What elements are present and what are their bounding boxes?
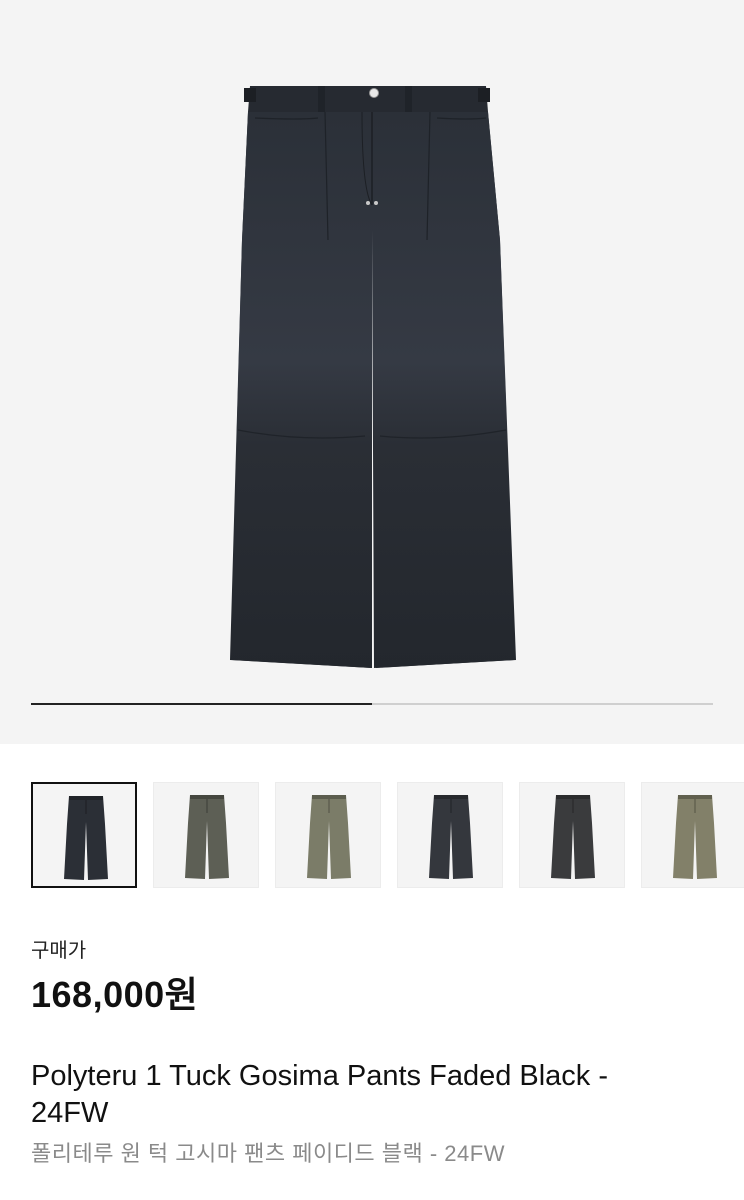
pants-thumbnail-image [64, 796, 108, 880]
pants-thumbnail-image [673, 795, 717, 879]
carousel-progress-track [31, 703, 713, 705]
carousel-progress-fill [31, 703, 372, 705]
product-name-ko: 폴리테루 원 턱 고시마 팬츠 페이디드 블랙 - 24FW [31, 1141, 505, 1166]
price-label: 구매가 [31, 940, 87, 962]
color-thumbnail-khaki-2[interactable] [641, 782, 744, 888]
product-image-carousel[interactable] [0, 0, 744, 744]
color-thumbnail-faded-black[interactable] [31, 782, 137, 888]
product-detail-page: 구매가 168,000원 Polyteru 1 Tuck Gosima Pant… [0, 0, 744, 1200]
pants-thumbnail-image [551, 795, 595, 879]
color-thumbnail-olive-grey[interactable] [153, 782, 259, 888]
product-name-en: Polyteru 1 Tuck Gosima Pants Faded Black… [31, 1060, 609, 1129]
price-value: 168,000원 [31, 974, 199, 1015]
color-thumbnail-khaki[interactable] [275, 782, 381, 888]
color-thumbnail-charcoal[interactable] [397, 782, 503, 888]
pants-thumbnail-image [185, 795, 229, 879]
color-thumbnail-black[interactable] [519, 782, 625, 888]
pants-thumbnail-image [307, 795, 351, 879]
pants-main-image [230, 86, 516, 668]
color-thumbnail-list [31, 782, 744, 888]
pants-thumbnail-image [429, 795, 473, 879]
